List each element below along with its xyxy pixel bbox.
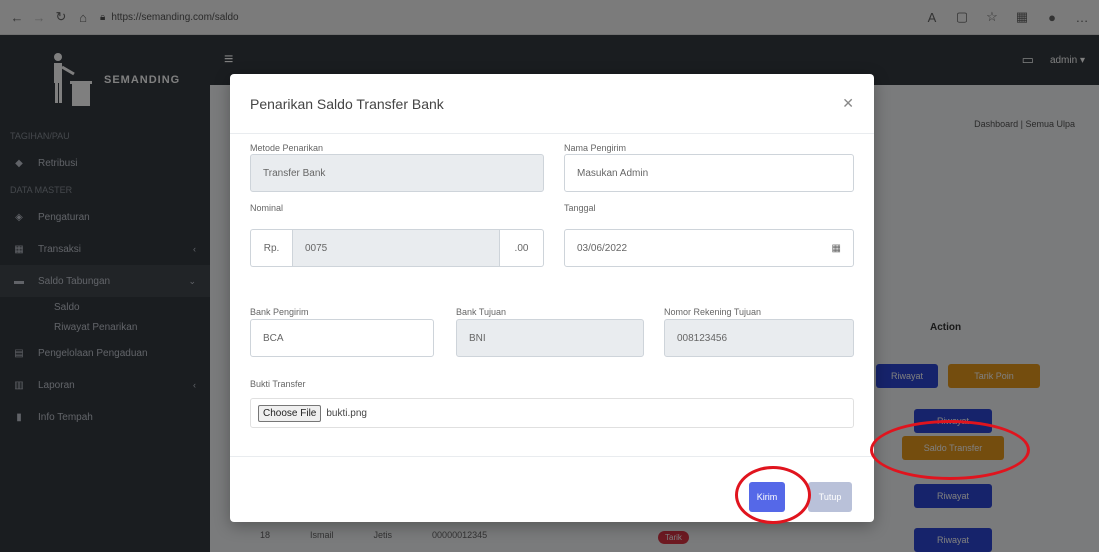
nominal-field[interactable]: 0075: [292, 229, 500, 267]
highlight-circle: [735, 466, 811, 524]
tanggal-label: Tanggal: [564, 203, 596, 213]
metode-label: Metode Penarikan: [250, 143, 324, 153]
modal-title: Penarikan Saldo Transfer Bank: [250, 95, 444, 112]
pengirim-field[interactable]: Masukan Admin: [564, 154, 854, 192]
bank-pengirim-label: Bank Pengirim: [250, 307, 309, 317]
rekening-value: 008123456: [677, 332, 728, 344]
file-name: bukti.png: [326, 407, 367, 419]
pengirim-label: Nama Pengirim: [564, 143, 627, 153]
calendar-icon[interactable]: ▦: [832, 243, 841, 254]
highlight-circle: [870, 420, 1030, 480]
nominal-label: Nominal: [250, 203, 284, 213]
close-icon[interactable]: ✕: [842, 95, 854, 112]
rekening-field[interactable]: 008123456: [664, 319, 854, 357]
nominal-suffix: .00: [500, 229, 544, 267]
pengirim-value: Masukan Admin: [577, 167, 649, 179]
file-input[interactable]: Choose File bukti.png: [250, 398, 854, 428]
tutup-label: Tutup: [818, 492, 842, 502]
bank-tujuan-label: Bank Tujuan: [456, 307, 507, 317]
rekening-label: Nomor Rekening Tujuan: [664, 307, 762, 317]
nominal-prefix: Rp.: [250, 229, 292, 267]
bank-pengirim-value: BCA: [263, 332, 284, 344]
nominal-value: 0075: [305, 242, 328, 254]
bank-tujuan-field[interactable]: BNI: [456, 319, 644, 357]
choose-file-button[interactable]: Choose File: [258, 404, 322, 422]
tanggal-value: 03/06/2022: [577, 242, 628, 254]
tanggal-field[interactable]: 03/06/2022 ▦: [564, 229, 854, 267]
transfer-modal: Penarikan Saldo Transfer Bank ✕ Metode P…: [230, 74, 874, 522]
tutup-button[interactable]: Tutup: [808, 482, 852, 512]
metode-value: Transfer Bank: [263, 167, 326, 179]
modal-header: Penarikan Saldo Transfer Bank ✕: [230, 74, 874, 134]
metode-field[interactable]: Transfer Bank: [250, 154, 544, 192]
bukti-label: Bukti Transfer: [250, 379, 306, 389]
bank-tujuan-value: BNI: [469, 332, 486, 344]
bank-pengirim-field[interactable]: BCA: [250, 319, 434, 357]
